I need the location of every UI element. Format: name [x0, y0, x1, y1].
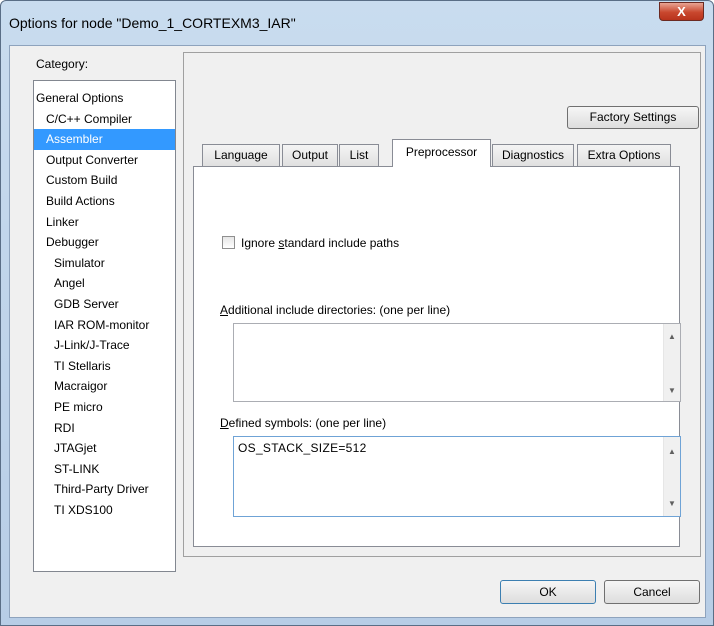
- category-item-pe-micro[interactable]: PE micro: [34, 397, 175, 418]
- category-item-debugger[interactable]: Debugger: [34, 232, 175, 253]
- defined-symbols-textarea[interactable]: OS_STACK_SIZE=512 ▲ ▼: [233, 436, 681, 517]
- tab-language[interactable]: Language: [202, 144, 280, 166]
- ok-button[interactable]: OK: [500, 580, 596, 604]
- scroll-down-icon[interactable]: ▼: [668, 386, 676, 395]
- category-item-macraigor[interactable]: Macraigor: [34, 376, 175, 397]
- category-item-j-link-j-trace[interactable]: J-Link/J-Trace: [34, 335, 175, 356]
- category-item-c-c-compiler[interactable]: C/C++ Compiler: [34, 109, 175, 130]
- scroll-down-icon[interactable]: ▼: [668, 499, 676, 508]
- category-item-custom-build[interactable]: Custom Build: [34, 170, 175, 191]
- category-item-output-converter[interactable]: Output Converter: [34, 150, 175, 171]
- category-item-ti-stellaris[interactable]: TI Stellaris: [34, 356, 175, 377]
- category-list[interactable]: General Options C/C++ Compiler Assembler Ou…: [33, 80, 176, 572]
- category-item-build-actions[interactable]: Build Actions: [34, 191, 175, 212]
- defined-symbols-scrollbar[interactable]: ▲ ▼: [663, 437, 680, 516]
- title-bar[interactable]: Options for node "Demo_1_CORTEXM3_IAR" X: [1, 1, 713, 45]
- tab-diagnostics[interactable]: Diagnostics: [492, 144, 574, 166]
- ignore-standard-include-checkbox[interactable]: [222, 236, 235, 249]
- category-item-iar-rom-monitor[interactable]: IAR ROM-monitor: [34, 315, 175, 336]
- category-item-linker[interactable]: Linker: [34, 212, 175, 233]
- category-item-jtagjet[interactable]: JTAGjet: [34, 438, 175, 459]
- include-directories-label: Additional include directories: (one per…: [220, 303, 451, 317]
- close-button[interactable]: X: [659, 2, 704, 21]
- scroll-up-icon[interactable]: ▲: [668, 447, 676, 456]
- tab-preprocessor[interactable]: Preprocessor: [392, 139, 491, 167]
- cancel-button[interactable]: Cancel: [604, 580, 700, 604]
- category-item-general-options[interactable]: General Options: [34, 88, 175, 109]
- include-directories-scrollbar[interactable]: ▲ ▼: [663, 324, 680, 401]
- tab-extra-options[interactable]: Extra Options: [577, 144, 671, 166]
- category-item-assembler[interactable]: Assembler: [34, 129, 175, 150]
- tab-output[interactable]: Output: [282, 144, 338, 166]
- category-item-rdi[interactable]: RDI: [34, 418, 175, 439]
- category-item-st-link[interactable]: ST-LINK: [34, 459, 175, 480]
- tab-list[interactable]: List: [339, 144, 379, 166]
- close-icon: X: [677, 4, 686, 19]
- category-item-gdb-server[interactable]: GDB Server: [34, 294, 175, 315]
- defined-symbols-label: Defined symbols: (one per line): [220, 416, 387, 430]
- category-label: Category:: [36, 57, 89, 71]
- category-item-simulator[interactable]: Simulator: [34, 253, 175, 274]
- ignore-standard-include-label[interactable]: Ignore standard include paths: [241, 236, 399, 250]
- scroll-up-icon[interactable]: ▲: [668, 332, 676, 341]
- window-title: Options for node "Demo_1_CORTEXM3_IAR": [9, 15, 296, 31]
- category-item-angel[interactable]: Angel: [34, 273, 175, 294]
- defined-symbols-value: OS_STACK_SIZE=512: [238, 441, 367, 455]
- category-item-third-party-driver[interactable]: Third-Party Driver: [34, 479, 175, 500]
- factory-settings-button[interactable]: Factory Settings: [567, 106, 699, 129]
- include-directories-textarea[interactable]: ▲ ▼: [233, 323, 681, 402]
- category-item-ti-xds100[interactable]: TI XDS100: [34, 500, 175, 521]
